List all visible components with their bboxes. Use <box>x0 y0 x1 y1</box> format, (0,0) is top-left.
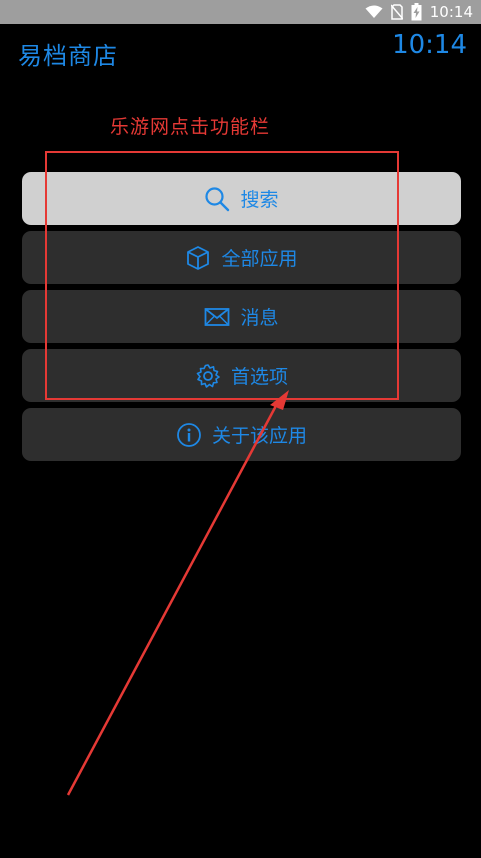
app-title: 易档商店 <box>18 42 118 70</box>
all-apps-label: 全部应用 <box>221 248 298 270</box>
search-button[interactable]: 搜索 <box>22 172 461 225</box>
envelope-icon <box>204 304 230 330</box>
annotation-caption: 乐游网点击功能栏 <box>110 116 271 138</box>
messages-button[interactable]: 消息 <box>22 290 461 343</box>
status-icons: 10:14 <box>365 0 473 24</box>
messages-label: 消息 <box>240 307 279 329</box>
sim-off-icon <box>390 4 403 20</box>
preferences-label: 首选项 <box>230 366 288 388</box>
app-clock: 10:14 <box>392 30 467 60</box>
search-label: 搜索 <box>240 189 279 211</box>
gear-icon <box>195 363 221 389</box>
cube-icon <box>185 245 211 271</box>
about-app-label: 关于该应用 <box>211 425 307 447</box>
battery-charging-icon <box>411 3 422 21</box>
preferences-button[interactable]: 首选项 <box>22 349 461 402</box>
status-time: 10:14 <box>429 3 473 21</box>
status-bar: 10:14 <box>0 0 481 24</box>
main-menu: 搜索 全部应用 消息 首选项 关于该应用 <box>22 172 461 467</box>
about-app-button[interactable]: 关于该应用 <box>22 408 461 461</box>
all-apps-button[interactable]: 全部应用 <box>22 231 461 284</box>
wifi-icon <box>365 5 383 19</box>
info-icon <box>176 422 202 448</box>
search-icon <box>204 186 230 212</box>
